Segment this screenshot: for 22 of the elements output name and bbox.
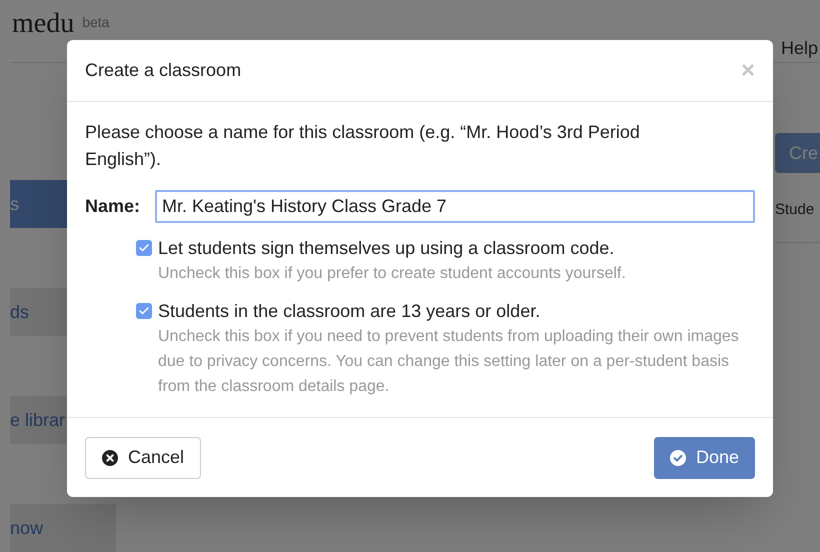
- check-circle-icon: [670, 450, 686, 466]
- option-help: Uncheck this box if you prefer to create student accounts yourself.: [158, 264, 626, 284]
- option-label: Students in the classroom are 13 years or older.: [158, 300, 542, 323]
- check-icon: [138, 242, 150, 254]
- sidebar-item[interactable]: now: [10, 504, 116, 552]
- help-link[interactable]: Help: [780, 35, 818, 62]
- done-button[interactable]: Done: [654, 436, 755, 478]
- cancel-button[interactable]: Cancel: [85, 436, 202, 478]
- intro-text: Please choose a name for this classroom (e.g. “Mr. Hood’s 3rd Period English”).: [85, 121, 641, 171]
- option-help: Uncheck this box if you need to prevent students from uploading their own images due to privacy concerns. You can change this setting later on a per-student basis from the classroom details page.: [158, 327, 740, 397]
- name-field[interactable]: Mr. Keating's History Class Grade 7: [155, 190, 755, 223]
- logo[interactable]: medu: [12, 8, 74, 40]
- close-button[interactable]: ×: [740, 58, 755, 82]
- dialog-title: Create a classroom: [85, 59, 242, 82]
- close-circle-icon: [102, 450, 118, 466]
- checkbox[interactable]: [136, 303, 152, 319]
- checkbox[interactable]: [136, 240, 152, 256]
- check-icon: [138, 305, 150, 317]
- column-heading: Stude: [775, 199, 820, 242]
- option-label: Let students sign themselves up using a classroom code.: [158, 237, 616, 260]
- create-button[interactable]: Cre: [775, 133, 820, 173]
- beta-label: beta: [82, 13, 110, 32]
